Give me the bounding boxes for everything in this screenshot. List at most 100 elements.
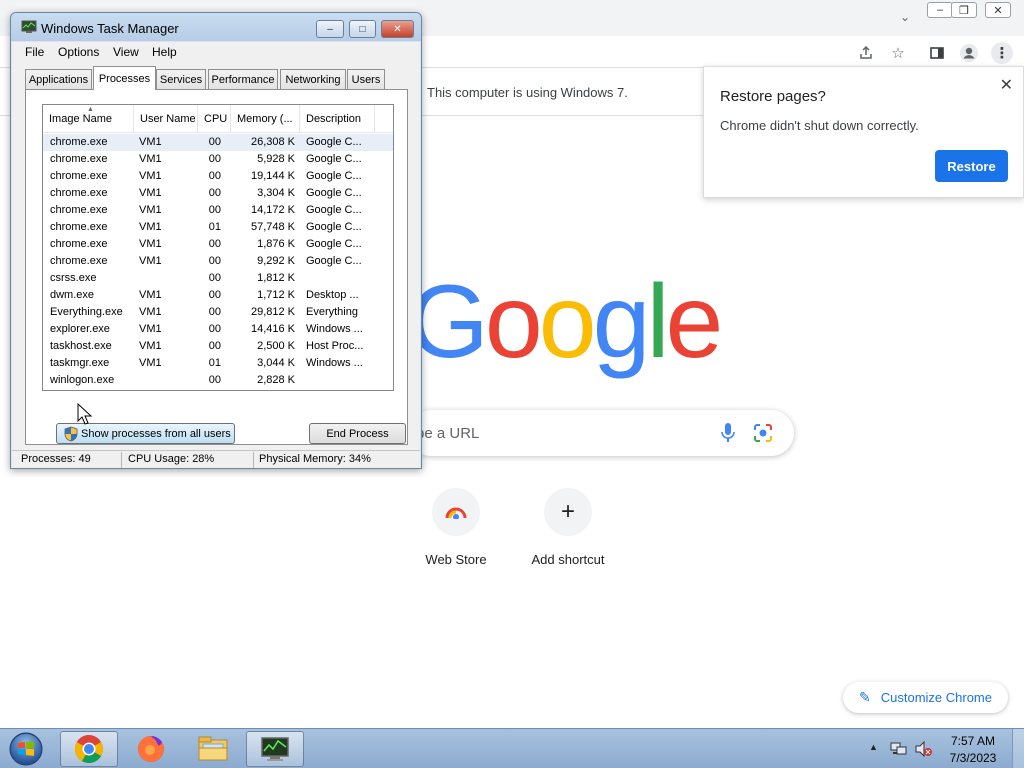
- shortcut-web-store[interactable]: Web Store: [400, 488, 512, 578]
- clock-time[interactable]: 7:57 AM: [950, 734, 996, 748]
- tab-applications[interactable]: Applications: [25, 69, 92, 89]
- tm-close-button[interactable]: ✕: [381, 20, 414, 38]
- windows-orb-icon: [9, 732, 43, 766]
- menu-file[interactable]: File: [25, 45, 44, 59]
- tab-networking[interactable]: Networking: [280, 69, 346, 89]
- cell-description: Google C...: [306, 153, 362, 165]
- tray-overflow-icon[interactable]: ▲: [869, 742, 878, 752]
- start-button[interactable]: [4, 731, 48, 767]
- table-row[interactable]: chrome.exe VM1 00 1,876 K Google C...: [43, 236, 393, 253]
- logo-letter: g: [592, 264, 651, 380]
- google-lens-icon[interactable]: [752, 422, 774, 444]
- table-row[interactable]: winlogon.exe 00 2,828 K: [43, 372, 393, 389]
- more-menu-icon[interactable]: ⋮: [991, 42, 1013, 64]
- column-memory[interactable]: Memory (...: [231, 105, 300, 133]
- table-row[interactable]: chrome.exe VM1 00 26,308 K Google C...: [43, 134, 393, 151]
- tab-users[interactable]: Users: [347, 69, 385, 89]
- share-icon[interactable]: [855, 42, 877, 64]
- cell-cpu: 00: [208, 153, 221, 165]
- cell-image-name: csrss.exe: [50, 272, 97, 284]
- table-row[interactable]: chrome.exe VM1 00 3,304 K Google C...: [43, 185, 393, 202]
- volume-muted-icon[interactable]: [914, 741, 934, 757]
- tab-services[interactable]: Services: [156, 69, 206, 89]
- cell-description: Everything: [306, 306, 358, 318]
- tab-performance[interactable]: Performance: [208, 69, 278, 89]
- show-desktop-button[interactable]: [1012, 729, 1024, 768]
- cell-cpu: 00: [208, 255, 221, 267]
- cell-image-name: taskhost.exe: [50, 340, 112, 352]
- cell-user-name: VM1: [139, 255, 162, 267]
- taskbar-file-explorer[interactable]: [184, 731, 242, 767]
- column-description[interactable]: Description: [300, 105, 375, 133]
- tm-minimize-button[interactable]: –: [316, 20, 344, 38]
- ntp-search-box[interactable]: [408, 410, 794, 456]
- menu-view[interactable]: View: [113, 45, 139, 59]
- cell-cpu: 00: [208, 374, 221, 386]
- cell-description: Google C...: [306, 204, 362, 216]
- table-row[interactable]: chrome.exe VM1 00 14,172 K Google C...: [43, 202, 393, 219]
- table-row[interactable]: chrome.exe VM1 00 9,292 K Google C...: [43, 253, 393, 270]
- cell-description: Google C...: [306, 221, 362, 233]
- cell-user-name: VM1: [139, 289, 162, 301]
- tab-search-icon[interactable]: ⌄: [894, 6, 916, 28]
- table-row[interactable]: chrome.exe VM1 00 19,144 K Google C...: [43, 168, 393, 185]
- restore-button[interactable]: Restore: [935, 150, 1008, 182]
- restore-window-button[interactable]: ❐: [951, 2, 977, 18]
- tab-processes[interactable]: Processes: [93, 66, 156, 90]
- minimize-button[interactable]: –: [927, 2, 953, 18]
- cell-cpu: 00: [208, 323, 221, 335]
- web-store-icon: [432, 488, 480, 536]
- table-row[interactable]: Everything.exe VM1 00 29,812 K Everything: [43, 304, 393, 321]
- close-icon[interactable]: ✕: [1000, 75, 1013, 95]
- task-manager-titlebar[interactable]: Windows Task Manager – □ ✕: [11, 13, 421, 41]
- menu-options[interactable]: Options: [58, 45, 99, 59]
- column-label: Memory (...: [237, 113, 293, 125]
- cell-image-name: chrome.exe: [50, 204, 108, 216]
- profile-avatar-icon[interactable]: [958, 42, 980, 64]
- table-row[interactable]: chrome.exe VM1 01 57,748 K Google C...: [43, 219, 393, 236]
- cell-image-name: chrome.exe: [50, 238, 108, 250]
- column-label: Image Name: [49, 113, 112, 125]
- taskbar-chrome[interactable]: [60, 731, 118, 767]
- menu-help[interactable]: Help: [152, 45, 177, 59]
- search-input[interactable]: [416, 421, 706, 445]
- column-user-name[interactable]: User Name: [134, 105, 198, 133]
- table-row[interactable]: taskhost.exe VM1 00 2,500 K Host Proc...: [43, 338, 393, 355]
- uac-shield-icon: [64, 426, 78, 442]
- column-image-name[interactable]: ▲ Image Name: [43, 105, 134, 133]
- table-row[interactable]: chrome.exe VM1 00 5,928 K Google C...: [43, 151, 393, 168]
- cell-description: Google C...: [306, 136, 362, 148]
- status-divider: [121, 452, 122, 468]
- cell-cpu: 00: [208, 187, 221, 199]
- status-cpu-usage: CPU Usage: 28%: [128, 453, 215, 465]
- microphone-icon[interactable]: [718, 422, 738, 444]
- cell-image-name: Everything.exe: [50, 306, 123, 318]
- taskbar-firefox[interactable]: [122, 731, 180, 767]
- infobar-message: This computer is using Windows 7.: [427, 85, 628, 100]
- logo-letter: o: [538, 264, 597, 380]
- process-list[interactable]: ▲ Image Name User Name CPU Memory (... D…: [42, 104, 394, 391]
- tm-maximize-button[interactable]: □: [349, 20, 376, 38]
- cell-memory: 3,044 K: [257, 357, 295, 369]
- network-icon[interactable]: [890, 741, 908, 757]
- cell-memory: 2,500 K: [257, 340, 295, 352]
- bookmark-star-icon[interactable]: ☆: [887, 42, 909, 64]
- side-panel-icon[interactable]: [926, 42, 948, 64]
- column-cpu[interactable]: CPU: [198, 105, 231, 133]
- shortcut-add[interactable]: + Add shortcut: [512, 488, 624, 578]
- clock-date[interactable]: 7/3/2023: [946, 751, 1000, 765]
- table-row[interactable]: explorer.exe VM1 00 14,416 K Windows ...: [43, 321, 393, 338]
- process-list-header: ▲ Image Name User Name CPU Memory (... D…: [43, 105, 393, 133]
- table-row[interactable]: taskmgr.exe VM1 01 3,044 K Windows ...: [43, 355, 393, 372]
- restore-popup-title: Restore pages?: [720, 88, 826, 105]
- table-row[interactable]: dwm.exe VM1 00 1,712 K Desktop ...: [43, 287, 393, 304]
- taskbar-task-manager[interactable]: [246, 731, 304, 767]
- close-window-button[interactable]: ✕: [985, 2, 1011, 18]
- cell-memory: 1,812 K: [257, 272, 295, 284]
- cell-memory: 14,416 K: [250, 323, 295, 335]
- cell-user-name: VM1: [139, 221, 162, 233]
- customize-chrome-button[interactable]: ✎ Customize Chrome: [843, 682, 1008, 713]
- end-process-button[interactable]: End Process: [309, 423, 406, 444]
- table-row[interactable]: csrss.exe 00 1,812 K: [43, 270, 393, 287]
- logo-letter: e: [665, 264, 724, 380]
